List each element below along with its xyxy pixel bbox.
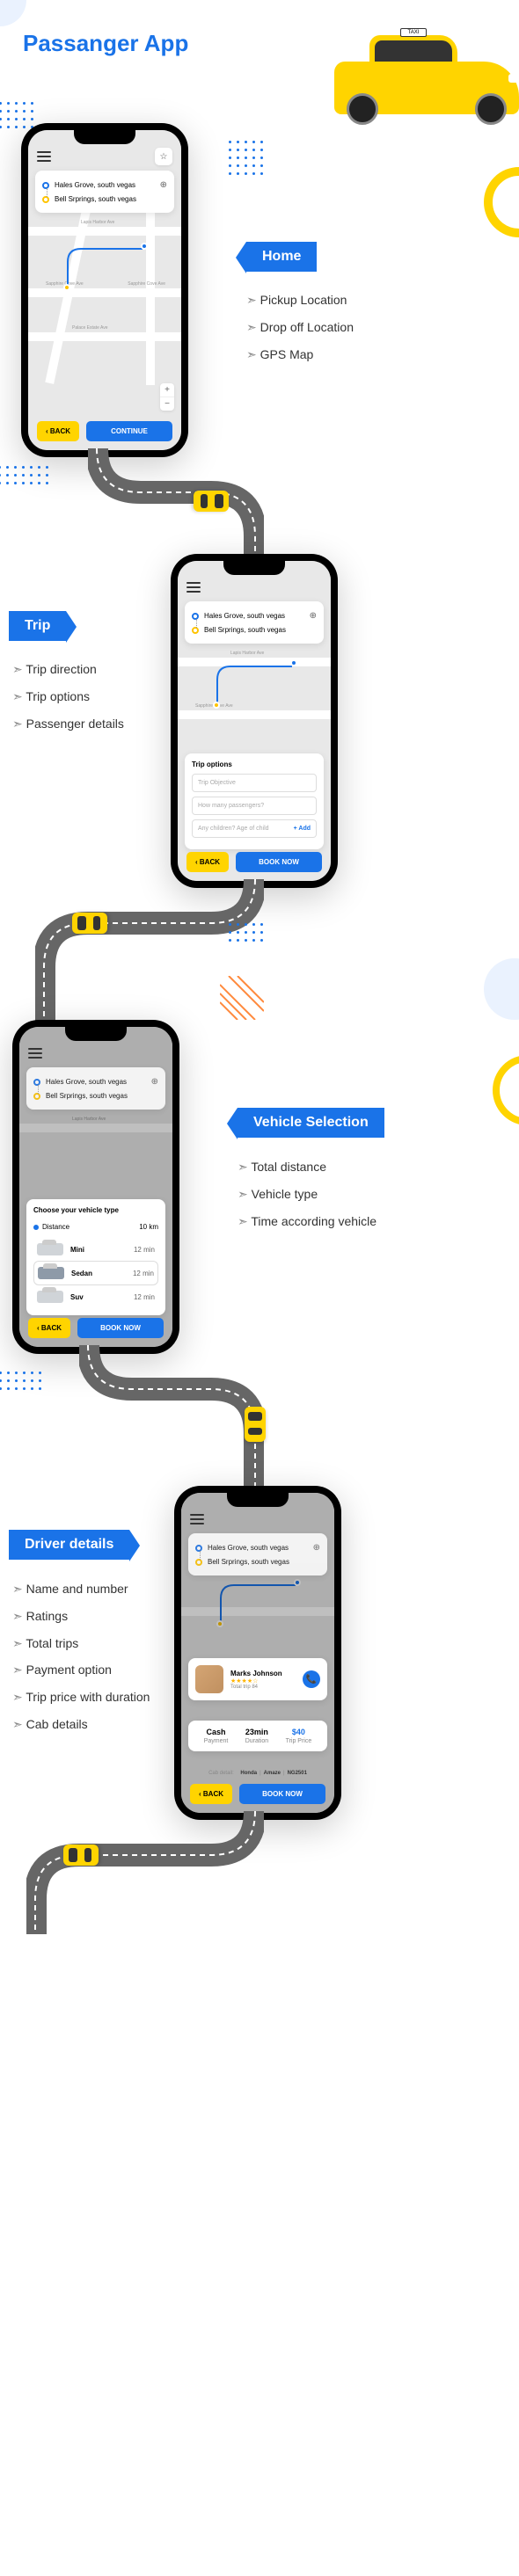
road-segment [79, 1336, 264, 1503]
trip-options-panel: Trip options Trip Objective How many pas… [185, 753, 324, 849]
add-link[interactable]: + Add [294, 826, 311, 832]
driver-rating: ★★★★☆ [230, 1677, 296, 1685]
dropoff-icon [192, 627, 199, 634]
vehicle-option-mini[interactable]: Mini 12 min [33, 1238, 158, 1261]
taxi-road-icon [245, 1407, 266, 1442]
dropoff-text: Bell Srprings, south vegas [55, 195, 136, 203]
menu-icon[interactable] [186, 582, 201, 593]
children-input[interactable]: Any children? Age of child+ Add [192, 819, 317, 838]
vehicle-option-suv[interactable]: Suv 12 min [33, 1285, 158, 1308]
back-button[interactable]: ‹ BACK [37, 421, 79, 441]
home-features: Pickup Location Drop off Location GPS Ma… [246, 287, 354, 367]
pickup-icon [42, 182, 49, 189]
zoom-controls[interactable]: +− [160, 383, 174, 411]
driver-name: Marks Johnson [230, 1670, 296, 1677]
vehicle-panel: Choose your vehicle type Distance 10 km … [26, 1199, 165, 1315]
trip-stats: CashPayment 23minDuration $40Trip Price [188, 1721, 327, 1751]
driver-card: Marks Johnson ★★★★☆ Total trip 84 📞 [188, 1658, 327, 1700]
trip-count: Total trip 84 [230, 1685, 296, 1690]
taxi-road-icon [63, 1845, 99, 1866]
location-card: Hales Grove, south vegas⊕ Bell Srprings,… [26, 1067, 165, 1110]
vehicle-features: Total distance Vehicle type Time accordi… [238, 1153, 376, 1234]
location-card: Hales Grove, south vegas⊕ Bell Srprings,… [188, 1533, 327, 1575]
location-card: Hales Grove, south vegas ⊕ Bell Srprings… [185, 601, 324, 644]
road-segment [26, 1802, 264, 1943]
pickup-icon [192, 613, 199, 620]
dropoff-icon [42, 196, 49, 203]
phone-driver: Hales Grove, south vegas⊕ Bell Srprings,… [174, 1486, 341, 1820]
phone-trip: Lapis Harbor Ave Sapphire Cove Ave Hales… [171, 554, 338, 888]
taxi-hero-image: TAXI [317, 18, 519, 132]
trip-label: Trip [9, 611, 66, 641]
locate-icon[interactable]: ⊕ [160, 180, 167, 190]
taxi-road-icon [72, 913, 107, 934]
phone-vehicle: Lapis Harbor Ave Hales Grove, south vega… [12, 1020, 179, 1354]
continue-button[interactable]: CONTINUE [86, 421, 172, 441]
taxi-road-icon [194, 491, 229, 512]
locate-icon[interactable]: ⊕ [310, 611, 317, 621]
book-button[interactable]: BOOK NOW [77, 1318, 164, 1338]
menu-icon[interactable] [190, 1514, 204, 1524]
cab-detail: Cab detail: Honda|Amaze|NG2501 [188, 1771, 327, 1776]
vehicle-option-sedan[interactable]: Sedan 12 min [33, 1261, 158, 1285]
book-button[interactable]: BOOK NOW [239, 1784, 325, 1804]
menu-icon[interactable] [28, 1048, 42, 1059]
trip-objective-input[interactable]: Trip Objective [192, 774, 317, 792]
location-card: Hales Grove, south vegas ⊕ Bell Srprings… [35, 171, 174, 213]
driver-label: Driver details [9, 1530, 129, 1560]
back-button[interactable]: ‹ BACK [186, 852, 229, 872]
deco-stripes [220, 976, 264, 1020]
trip-features: Trip direction Trip options Passenger de… [12, 656, 124, 737]
favorite-button[interactable]: ☆ [155, 148, 172, 165]
driver-avatar [195, 1665, 223, 1693]
menu-icon[interactable] [37, 151, 51, 162]
passengers-input[interactable]: How many passengers? [192, 797, 317, 815]
home-label: Home [246, 242, 317, 272]
back-button[interactable]: ‹ BACK [190, 1784, 232, 1804]
phone-home: Lapis Harbor Ave Sapphire Cove Ave Palac… [21, 123, 188, 457]
vehicle-label: Vehicle Selection [238, 1108, 384, 1138]
back-button[interactable]: ‹ BACK [28, 1318, 70, 1338]
page-title: Passanger App [23, 30, 188, 57]
book-button[interactable]: BOOK NOW [236, 852, 322, 872]
driver-features: Name and number Ratings Total trips Paym… [12, 1575, 150, 1738]
pickup-text: Hales Grove, south vegas [55, 181, 135, 189]
distance-value: 10 km [139, 1223, 158, 1231]
call-button[interactable]: 📞 [303, 1670, 320, 1688]
